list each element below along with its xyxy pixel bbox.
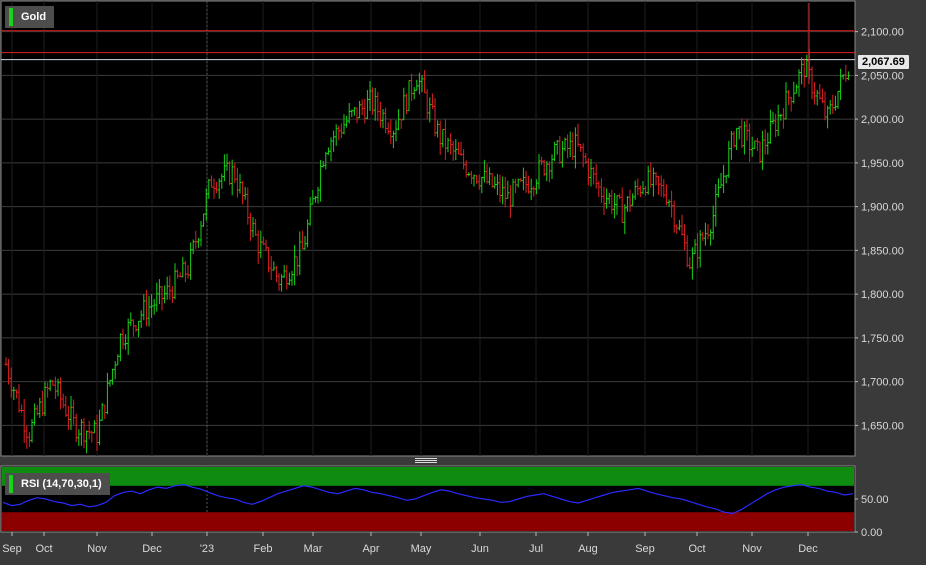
x-tick-label: Sep xyxy=(635,543,655,555)
x-tick-label: '23 xyxy=(200,543,214,555)
rsi-legend-swatch xyxy=(9,475,13,493)
x-tick-label: Oct xyxy=(35,543,52,555)
price-y-tick-label: 1,950.00 xyxy=(861,158,904,170)
price-y-tick-label: 2,100.00 xyxy=(861,27,904,39)
rsi-y-tick-label: 0.00 xyxy=(861,527,882,539)
price-legend-label: Gold xyxy=(21,11,47,23)
pane-splitter-handle[interactable] xyxy=(415,458,437,464)
price-pane xyxy=(0,0,856,457)
price-y-tick-label: 2,000.00 xyxy=(861,114,904,126)
price-y-tick-label: 2,050.00 xyxy=(861,70,904,82)
price-legend[interactable]: Gold xyxy=(5,6,55,28)
x-tick-label: Jul xyxy=(529,543,543,555)
x-tick-label: Dec xyxy=(798,543,818,555)
price-y-tick-label: 1,850.00 xyxy=(861,245,904,257)
x-tick-label: Nov xyxy=(742,543,762,555)
price-legend-swatch xyxy=(9,8,13,26)
rsi-y-tick-label: 50.00 xyxy=(861,494,889,506)
rsi-oversold-band xyxy=(2,512,854,531)
x-tick-label: Mar xyxy=(304,543,323,555)
x-tick-label: Apr xyxy=(362,543,379,555)
price-y-tick-label: 1,750.00 xyxy=(861,333,904,345)
rsi-legend[interactable]: RSI (14,70,30,1) xyxy=(5,473,110,495)
x-tick-label: Oct xyxy=(688,543,705,555)
x-tick-label: Dec xyxy=(142,543,162,555)
x-tick-label: Aug xyxy=(578,543,598,555)
x-tick-label: May xyxy=(411,543,432,555)
price-y-tick-label: 1,700.00 xyxy=(861,377,904,389)
x-tick-label: Jun xyxy=(471,543,489,555)
last-price-value: 2,067.69 xyxy=(862,56,905,68)
chart-svg: 1,650.00 1,700.00 1,750.00 1,800.00 1,850.00… xyxy=(0,0,904,555)
last-price-tag: 2,067.69 xyxy=(858,55,909,69)
x-tick-label: Feb xyxy=(254,543,273,555)
price-y-tick-label: 1,800.00 xyxy=(861,289,904,301)
x-tick-label: Sep xyxy=(2,543,22,555)
price-y-tick-label: 1,900.00 xyxy=(861,202,904,214)
chart-root: 1,650.00 1,700.00 1,750.00 1,800.00 1,850.00… xyxy=(0,0,926,560)
x-tick-label: Nov xyxy=(87,543,107,555)
rsi-overbought-band xyxy=(2,467,854,486)
rsi-legend-label: RSI (14,70,30,1) xyxy=(21,478,102,490)
price-y-tick-label: 1,650.00 xyxy=(861,420,904,432)
